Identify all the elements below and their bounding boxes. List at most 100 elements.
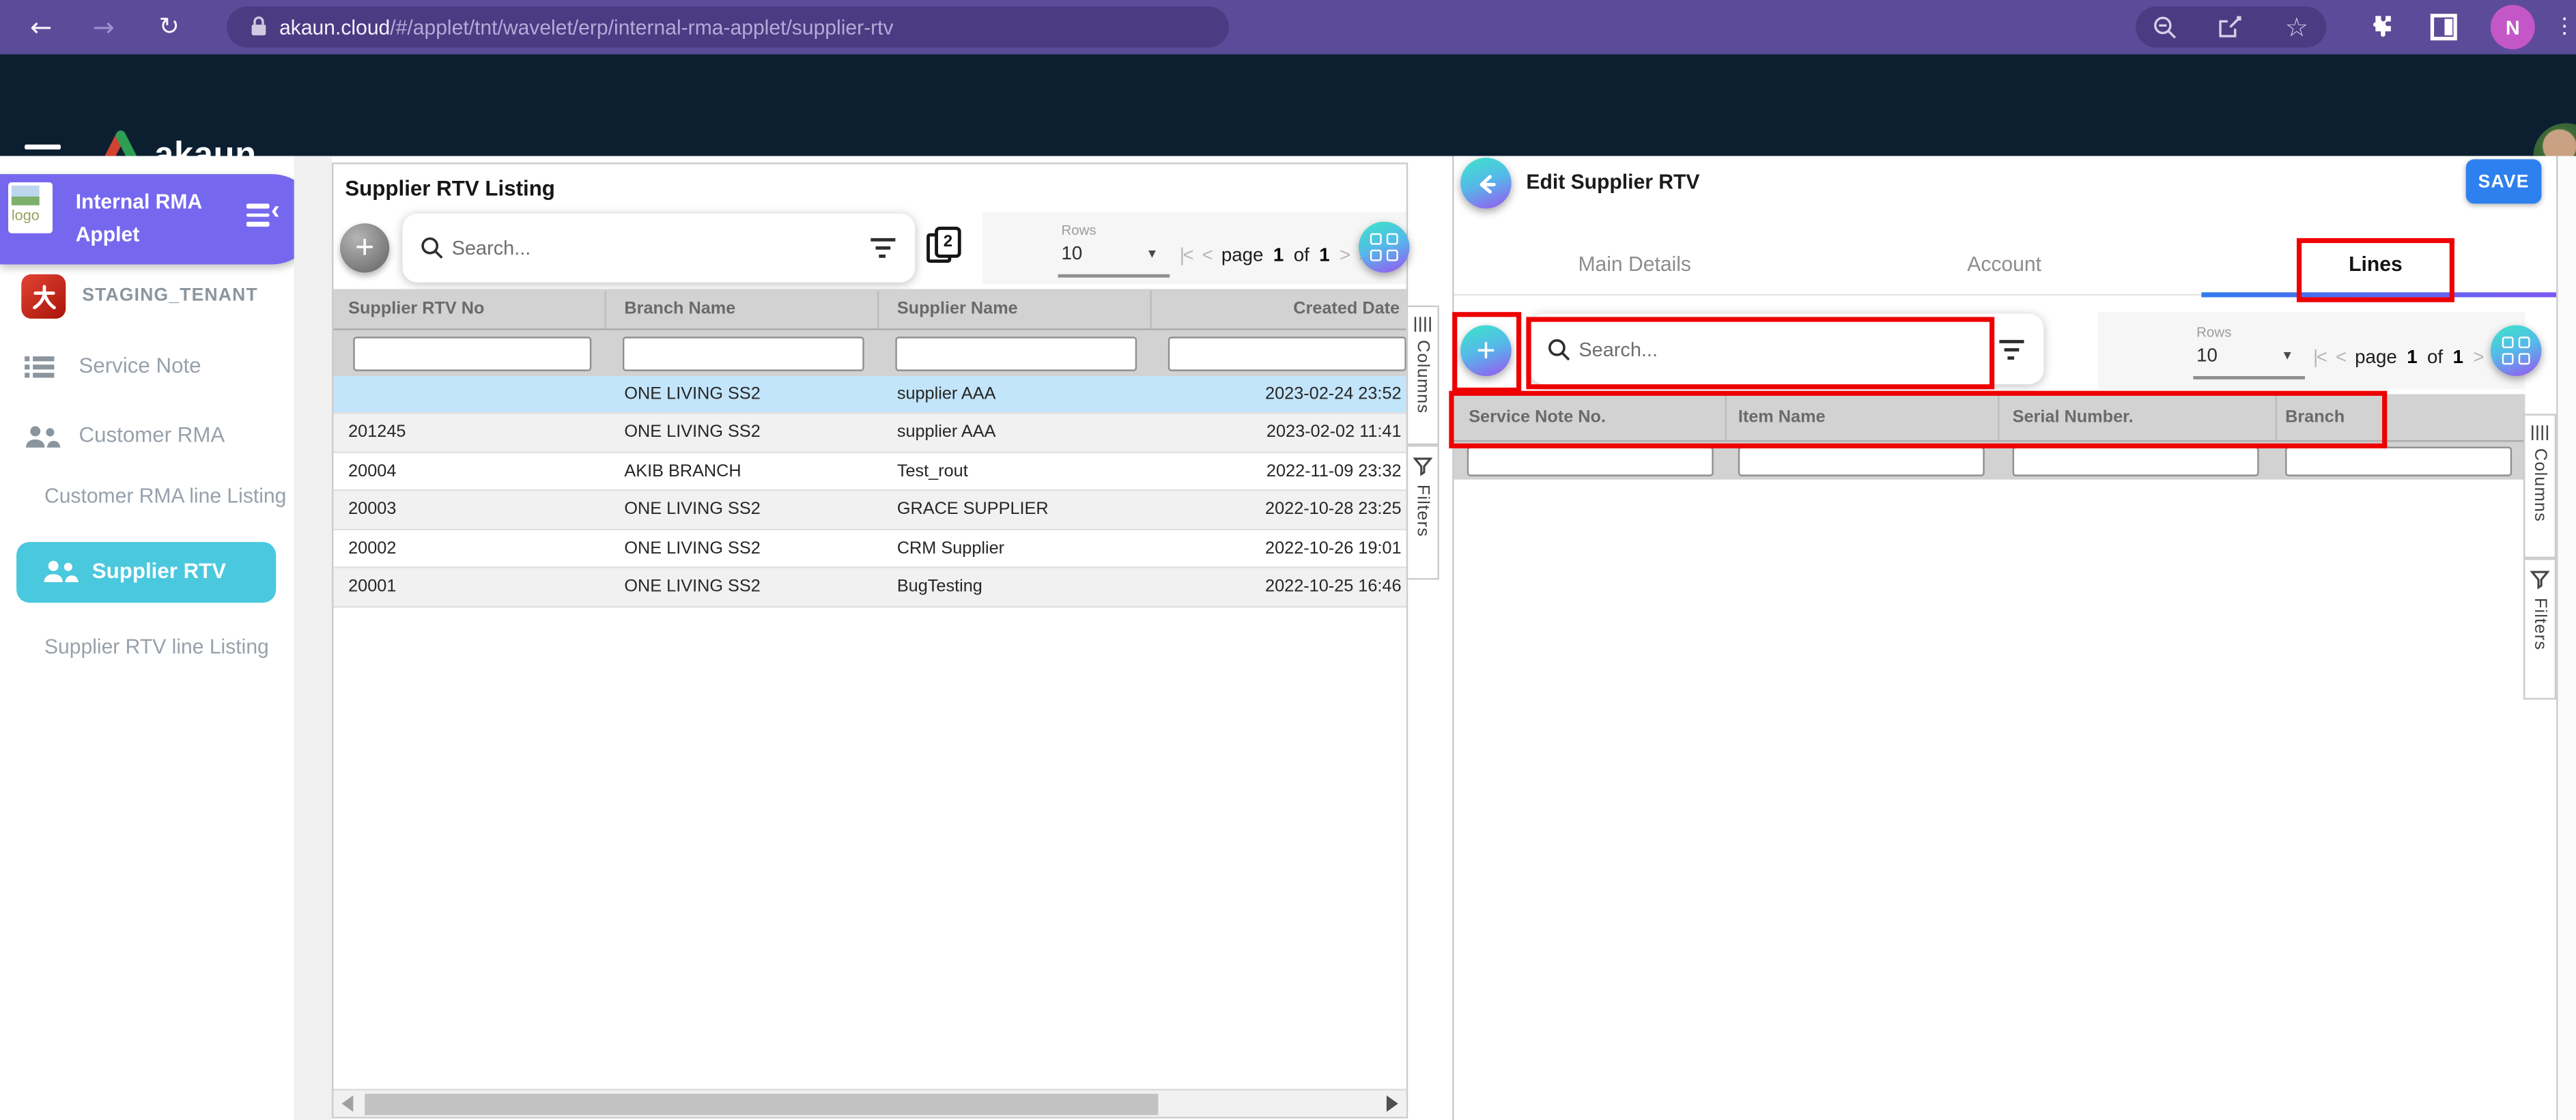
browser-forward-icon[interactable]: → [85,8,122,44]
page-number: 1 [2407,348,2417,368]
search-icon [1548,339,1571,362]
customer-rma-label: Customer RMA [79,422,225,446]
filters-side-tab[interactable]: Filters [1406,445,1439,579]
filter-input-supplier[interactable] [895,336,1137,371]
filter-input-item-name[interactable] [1738,447,1985,476]
columns-side-tab[interactable]: Columns [1406,306,1439,446]
first-page-button[interactable]: |< [1180,246,1193,266]
grid-view-button[interactable] [2491,325,2542,376]
applet-header-pill[interactable]: logo Internal RMA Applet ‹ [0,174,317,264]
tab-main-details[interactable]: Main Details [1544,243,1725,286]
rows-caret-icon[interactable]: ▾ [2284,348,2291,364]
listing-table-header: Supplier RTV No Branch Name Supplier Nam… [333,289,1406,329]
sidebar-item-service-note[interactable]: Service Note [0,340,294,389]
extensions-puzzle-icon[interactable] [2366,13,2394,41]
column-header[interactable]: Created Date [1293,289,1400,329]
filter-input-branch[interactable] [623,336,864,371]
list-icon [25,356,54,377]
search-icon [421,237,444,260]
table-row[interactable]: 20003 ONE LIVING SS2 GRACE SUPPLIER 2022… [333,491,1406,530]
browser-back-icon[interactable]: ← [23,8,59,44]
rows-caret-icon[interactable]: ▾ [1148,246,1156,263]
people-icon [21,425,61,448]
column-header[interactable]: Branch [2285,397,2345,437]
table-row[interactable]: ONE LIVING SS2 supplier AAA 2023-02-24 2… [333,376,1406,414]
funnel-icon [2530,570,2550,590]
sidebar: logo Internal RMA Applet ‹ STAGING_TENAN… [0,156,294,1120]
sidebar-item-customer-rma-line[interactable]: Customer RMA line Listing [44,485,294,508]
columns-tab-label: Columns [1413,340,1432,414]
screen: ← → ↻ akaun.cloud/#/applet/tnt/wavelet/e… [0,0,2576,1120]
lines-search-card [1529,314,2043,384]
column-header[interactable]: Supplier RTV No [348,289,484,329]
add-rtv-button[interactable]: + [340,223,389,272]
share-icon[interactable] [2216,13,2244,41]
columns-side-tab[interactable]: Columns [2523,414,2556,558]
table-row[interactable]: 20002 ONE LIVING SS2 CRM Supplier 2022-1… [333,530,1406,568]
filter-input-rtv-no[interactable] [353,336,591,371]
next-page-button[interactable]: > [2473,348,2482,368]
scrollbar-thumb[interactable] [365,1094,1158,1115]
filter-sort-icon[interactable] [1998,340,2024,360]
filter-input-created[interactable] [1168,336,1406,371]
first-page-button[interactable]: |< [2313,348,2326,368]
browser-menu-icon[interactable]: ⋮ [2553,8,2576,44]
filter-sort-icon[interactable] [869,238,896,258]
column-header[interactable]: Serial Number. [2013,397,2134,437]
rows-per-page-select[interactable]: 10 [1061,245,1082,265]
tab-account[interactable]: Account [1930,243,2078,286]
detail-title: Edit Supplier RTV [1526,171,1699,194]
column-header[interactable]: Supplier Name [897,289,1018,329]
duplicate-view-icon[interactable]: 2 [926,227,963,268]
lock-icon [250,15,268,38]
lines-table-header: Service Note No. Item Name Serial Number… [1454,394,2525,440]
of-word: of [1294,246,1310,266]
filters-tab-label: Filters [1413,485,1432,537]
sidebar-item-supplier-rtv-line[interactable]: Supplier RTV line Listing [44,635,269,659]
filter-input-serial-number[interactable] [2013,447,2259,476]
columns-icon [1414,317,1431,332]
vertical-scrollbar[interactable] [2556,156,2576,1120]
page-number: 1 [1273,246,1284,266]
listing-pagination: |< < page 1 of 1 > >| [1180,243,1372,270]
horizontal-scrollbar[interactable] [333,1089,1406,1117]
next-page-button[interactable]: > [1340,246,1349,266]
supplier-rtv-label: Supplier RTV [92,558,226,583]
sidebar-item-customer-rma[interactable]: Customer RMA [0,411,294,460]
service-note-label: Service Note [79,353,201,377]
bookmark-star-icon[interactable]: ☆ [2280,8,2313,44]
url-bar[interactable]: akaun.cloud/#/applet/tnt/wavelet/erp/int… [227,7,1229,48]
tab-lines[interactable]: Lines [2317,243,2435,286]
sidebar-item-tenant[interactable]: STAGING_TENANT [0,271,294,327]
prev-page-button[interactable]: < [1202,246,1212,266]
table-row[interactable]: 20004 AKIB BRANCH Test_rout 2022-11-09 2… [333,453,1406,491]
page-word: page [2355,348,2397,368]
column-header[interactable]: Service Note No. [1469,397,1606,437]
filter-input-branch[interactable] [2285,447,2512,476]
listing-search-input[interactable] [449,231,826,264]
column-header[interactable]: Item Name [1738,397,1826,437]
sidebar-collapse-icon[interactable]: ‹ [246,203,289,233]
zoom-out-icon[interactable] [2152,15,2179,42]
sidebar-item-supplier-rtv[interactable]: Supplier RTV [16,542,276,603]
grid-view-button[interactable] [1359,222,1410,273]
browser-reload-icon[interactable]: ↻ [151,8,187,44]
filter-input-service-note[interactable] [1467,447,1714,476]
filters-side-tab[interactable]: Filters [2523,558,2556,700]
applet-title: Internal RMA Applet [76,186,253,251]
add-line-button[interactable]: + [1460,325,1512,376]
lines-search-input[interactable] [1576,333,1953,366]
table-row[interactable]: 20001 ONE LIVING SS2 BugTesting 2022-10-… [333,569,1406,608]
save-button[interactable]: SAVE [2466,159,2542,203]
scroll-left-icon[interactable] [342,1095,354,1112]
back-button[interactable] [1460,158,1512,209]
rows-per-page-select[interactable]: 10 [2196,347,2218,367]
table-row[interactable]: 201245 ONE LIVING SS2 supplier AAA 2023-… [333,414,1406,453]
side-panel-icon[interactable] [2430,13,2458,41]
of-word: of [2427,348,2443,368]
prev-page-button[interactable]: < [2336,348,2345,368]
scroll-right-icon[interactable] [1387,1095,1398,1112]
profile-badge[interactable]: N [2491,5,2535,49]
column-header[interactable]: Branch Name [624,289,735,329]
tenant-app-icon [21,274,66,319]
